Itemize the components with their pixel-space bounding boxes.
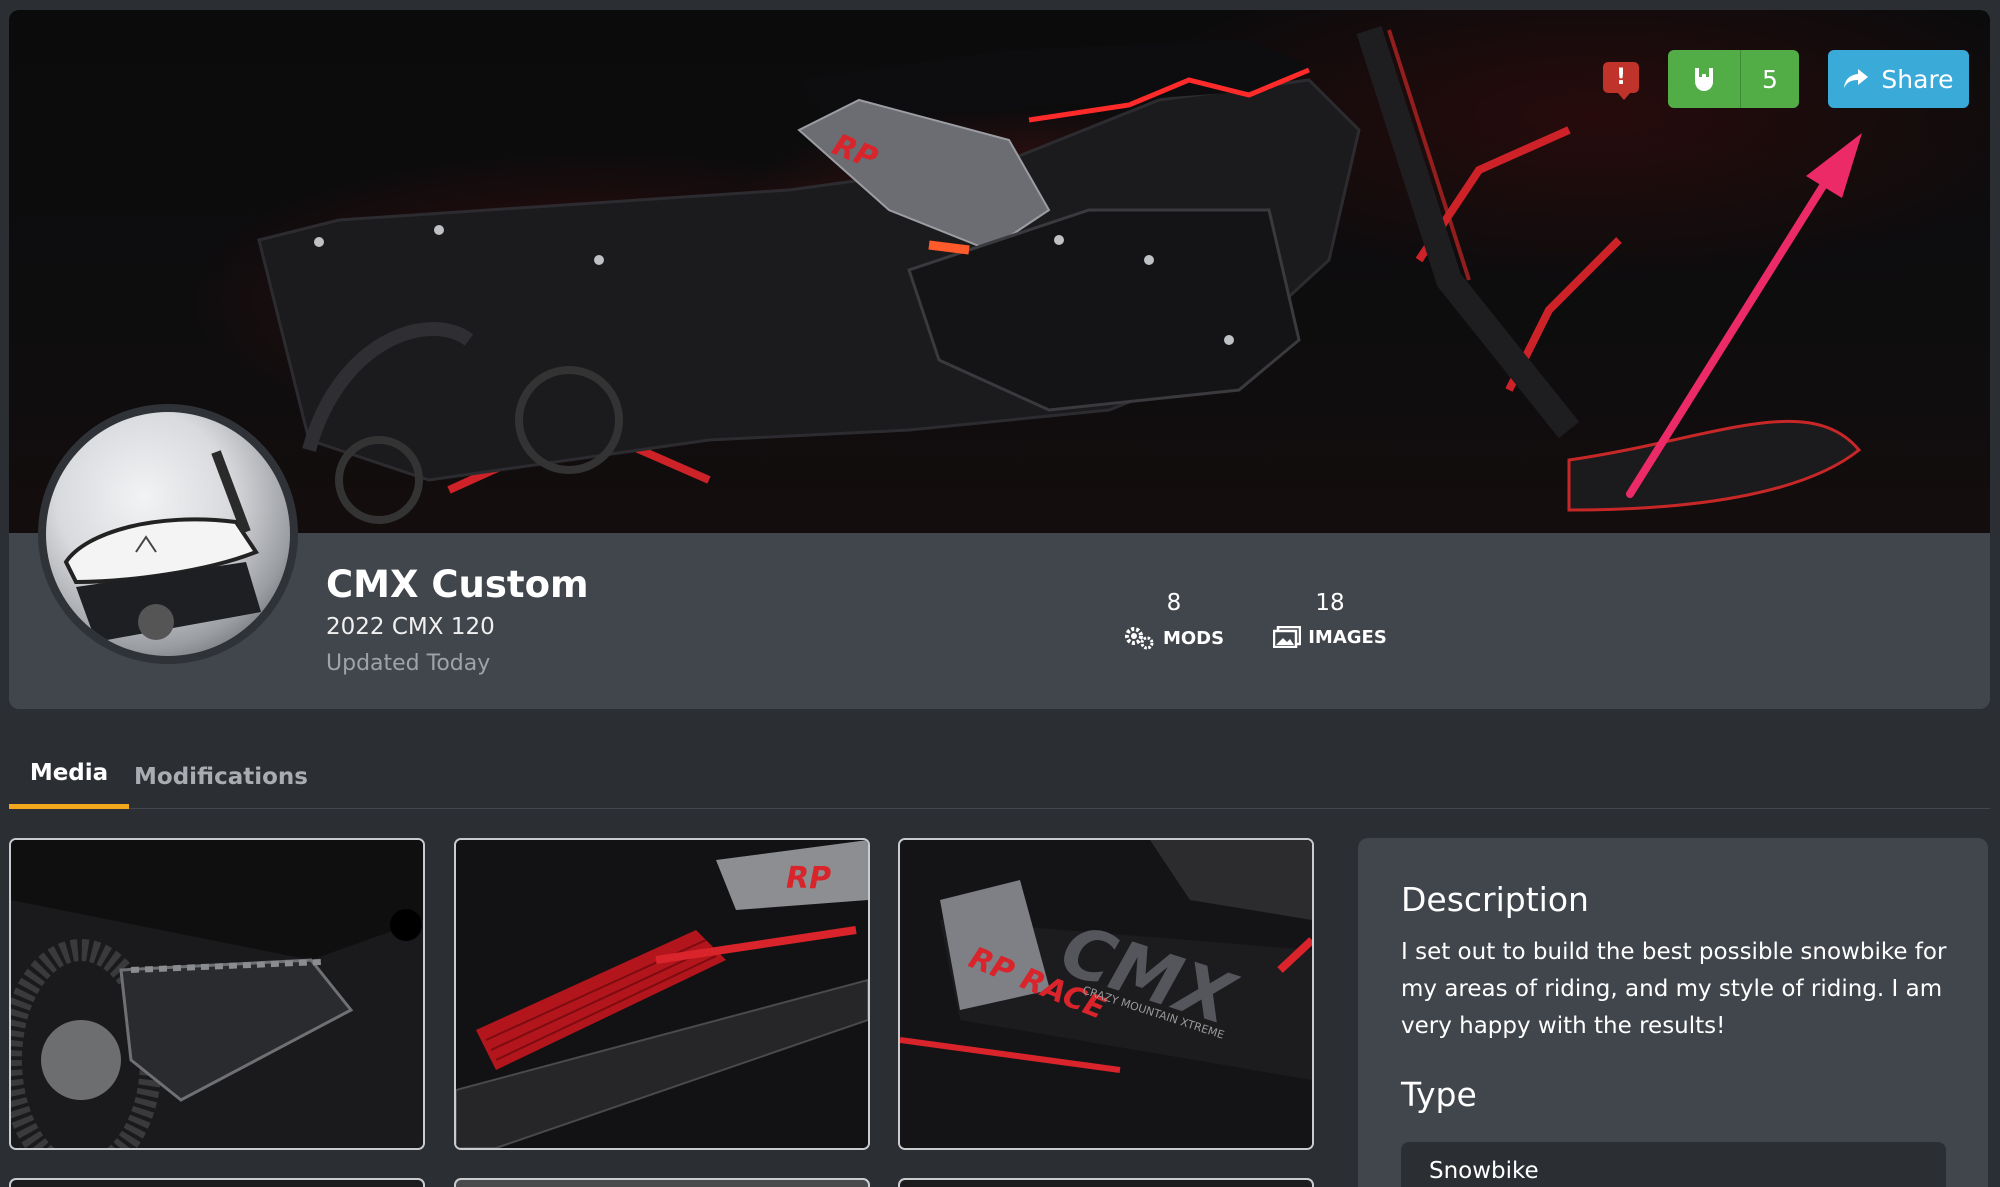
images-stat[interactable]: 18 IMAGES <box>1250 590 1410 648</box>
build-subtitle: 2022 CMX 120 <box>326 614 495 640</box>
gallery-image[interactable]: RP <box>454 838 870 1150</box>
description-card: Description I set out to build the best … <box>1358 838 1988 1187</box>
share-button[interactable]: Share <box>1828 50 1969 108</box>
tab-media[interactable]: Media <box>9 740 129 809</box>
svg-text:RP: RP <box>786 861 831 896</box>
avatar-image <box>46 412 290 656</box>
gallery-image[interactable] <box>9 838 425 1150</box>
rock-on-button[interactable] <box>1668 50 1741 108</box>
rock-hand-icon <box>1695 68 1713 91</box>
cover-image: RP ! 5 Share <box>9 10 1990 533</box>
share-arrow-icon <box>1844 69 1869 88</box>
gallery-image[interactable]: RP RACE CMX CRAZY MOUNTAIN XTREME <box>898 838 1314 1150</box>
description-text: I set out to build the best possible sno… <box>1401 939 1947 1039</box>
type-heading: Type <box>1401 1075 1477 1114</box>
updated-text: Updated Today <box>326 651 491 676</box>
images-count: 18 <box>1315 590 1345 616</box>
frame-rails-image: RP <box>456 840 868 1148</box>
gallery-image-partial[interactable] <box>898 1178 1314 1187</box>
tab-bar: Media Modifications <box>9 740 1990 809</box>
mods-label: MODS <box>1162 627 1225 649</box>
share-label: Share <box>1881 64 1954 94</box>
type-value: Snowbike <box>1401 1142 1946 1187</box>
description-heading: Description <box>1401 880 1589 919</box>
images-icon <box>1273 626 1302 648</box>
mods-stat[interactable]: 8 MODS <box>1094 590 1254 650</box>
rock-on-group: 5 <box>1668 50 1799 108</box>
gallery-image-partial[interactable] <box>454 1178 870 1187</box>
mods-count: 8 <box>1166 590 1182 616</box>
avatar[interactable] <box>38 404 298 664</box>
profile-bar <box>9 533 1990 709</box>
cmx-logo-image: RP RACE CMX CRAZY MOUNTAIN XTREME <box>900 840 1312 1148</box>
gallery-image-partial[interactable] <box>9 1178 425 1187</box>
page: RP ! 5 Share CMX Custom 2022 CMX 120 Upd… <box>0 0 2000 1187</box>
gears-icon <box>1124 627 1154 650</box>
exclamation-icon: ! <box>1615 65 1627 90</box>
images-label: IMAGES <box>1308 626 1387 648</box>
report-button[interactable]: ! <box>1603 62 1639 100</box>
tab-modifications[interactable]: Modifications <box>134 740 308 809</box>
rock-on-count: 5 <box>1762 64 1778 94</box>
foot-peg-image <box>11 840 423 1148</box>
build-title: CMX Custom <box>326 563 589 606</box>
